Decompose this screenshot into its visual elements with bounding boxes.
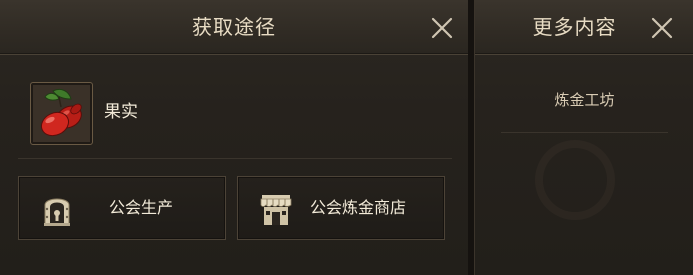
close-icon — [651, 17, 673, 39]
item-name: 果实 — [104, 102, 138, 122]
more-content-panel: 更多内容 炼金工坊 — [474, 0, 693, 275]
close-button[interactable] — [428, 14, 456, 42]
panel-title: 获取途径 — [192, 15, 276, 39]
red-fruit-icon — [40, 88, 82, 137]
acquire-source-panel: 获取途径 果实 公会生产 公会炼金商店 — [0, 0, 469, 275]
more-item-alchemy-workshop[interactable]: 炼金工坊 — [475, 86, 693, 114]
close-button[interactable] — [648, 14, 676, 42]
emblem-watermark-icon — [535, 140, 615, 220]
panel-header: 更多内容 — [475, 0, 693, 55]
source-button-label: 公会生产 — [109, 198, 174, 217]
source-button-guild-alchemy-shop[interactable]: 公会炼金商店 — [237, 176, 445, 240]
item-icon-slot[interactable] — [30, 82, 93, 145]
close-icon — [431, 17, 453, 39]
source-button-guild-production[interactable]: 公会生产 — [18, 176, 226, 240]
shop-awning-icon — [258, 191, 294, 227]
divider — [18, 158, 452, 159]
divider — [501, 132, 668, 133]
game-ui-root: 获取途径 果实 公会生产 公会炼金商店 更多内容 炼金工坊 — [0, 0, 693, 275]
panel-header: 获取途径 — [0, 0, 468, 55]
guild-gate-icon — [39, 191, 75, 227]
source-button-label: 公会炼金商店 — [310, 198, 407, 217]
